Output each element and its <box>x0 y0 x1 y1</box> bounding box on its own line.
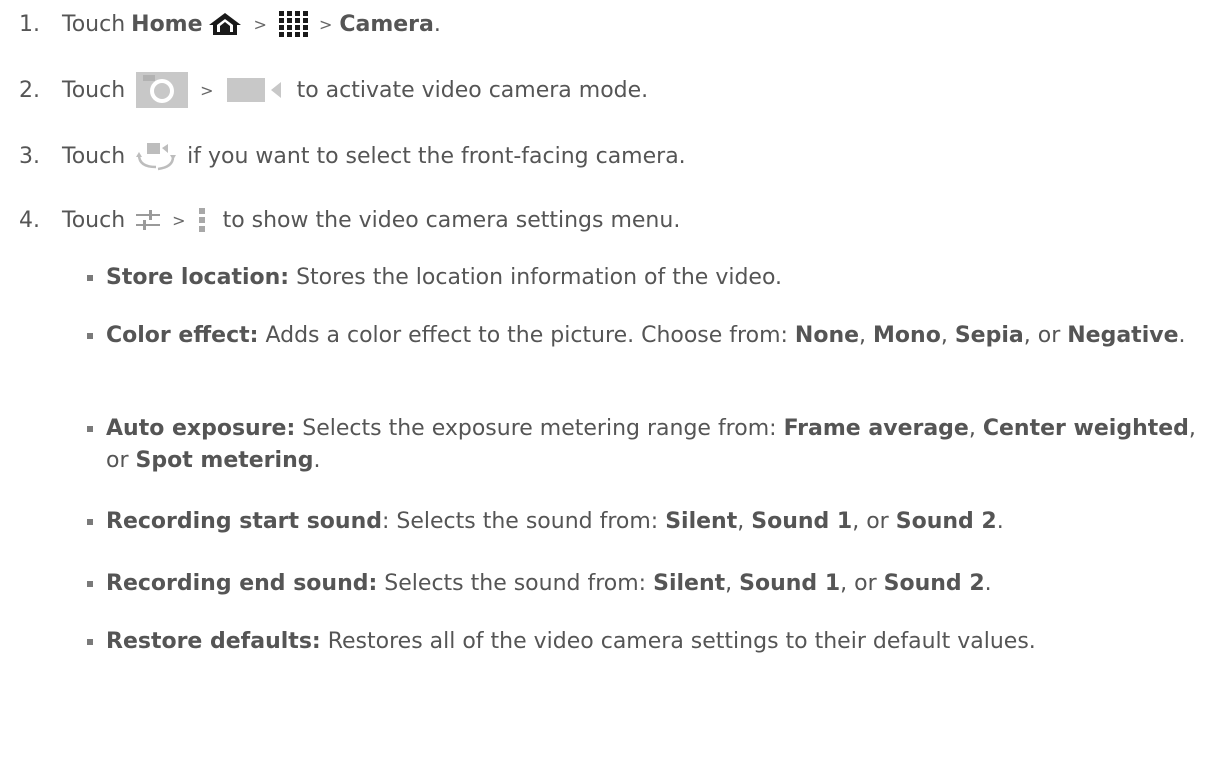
term: Auto exposure: <box>106 416 296 441</box>
punct: , <box>940 323 948 348</box>
option: None <box>794 323 860 348</box>
punct: . <box>313 448 321 473</box>
bullet-marker <box>87 426 93 432</box>
option: Spot metering <box>135 448 314 473</box>
punct: , <box>859 323 867 348</box>
step-number: 4. <box>19 207 40 233</box>
step-body: Touch Home > > Camera. <box>62 10 441 38</box>
settings-sliders-icon <box>135 208 161 232</box>
step-body: Touch if you want to select the front-fa… <box>62 140 686 172</box>
term: Recording end sound: <box>106 571 378 596</box>
option: Sound 2 <box>895 509 997 534</box>
separator: > <box>172 210 186 230</box>
bullet-text: Color effect: Adds a color effect to the… <box>106 320 1201 352</box>
term: Recording start sound <box>106 509 382 534</box>
option: Sepia <box>954 323 1024 348</box>
camera-icon <box>135 71 189 109</box>
option: Silent <box>653 571 726 596</box>
term: Color effect: <box>106 323 259 348</box>
more-vert-icon <box>197 207 207 233</box>
bullet-marker <box>87 333 93 339</box>
option: Sound 1 <box>739 571 841 596</box>
term: Store location: <box>106 265 290 290</box>
punct: , <box>737 509 745 534</box>
step-text: Touch <box>62 143 126 169</box>
step-text: if you want to select the front-facing c… <box>187 143 686 169</box>
punct: , <box>1023 323 1031 348</box>
punct: . <box>1178 323 1186 348</box>
step-text: Touch <box>62 11 126 37</box>
step-number: 3. <box>19 143 40 169</box>
term: Restore defaults: <box>106 629 321 654</box>
step-number: 2. <box>19 77 40 103</box>
option: Sound 2 <box>883 571 985 596</box>
conjunction: or <box>1037 323 1061 348</box>
option: Frame average <box>783 416 969 441</box>
description: Adds a color effect to the picture. Choo… <box>265 323 788 348</box>
description: Stores the location information of the v… <box>296 265 783 290</box>
option: Center weighted <box>982 416 1189 441</box>
bullet-marker <box>87 519 93 525</box>
option: Mono <box>873 323 941 348</box>
switch-camera-icon <box>135 140 177 172</box>
description: Selects the exposure metering range from… <box>302 416 777 441</box>
option: Silent <box>665 509 738 534</box>
step-text: Touch <box>62 77 126 103</box>
bullet-marker <box>87 275 93 281</box>
bullet-text: Recording start sound: Selects the sound… <box>106 506 1201 538</box>
punct: , or <box>852 509 889 534</box>
option: Negative <box>1067 323 1179 348</box>
option: Sound 1 <box>751 509 853 534</box>
description: Selects the sound from: <box>384 571 647 596</box>
step-body: Touch > to activate video camera mode. <box>62 71 648 109</box>
apps-grid-icon <box>278 10 308 38</box>
punct: , <box>968 416 976 441</box>
step-text: to show the video camera settings menu. <box>222 207 681 233</box>
bullet-text: Restore defaults: Restores all of the vi… <box>106 626 1201 658</box>
bullet-marker <box>87 639 93 645</box>
separator: > <box>253 14 267 34</box>
description: Restores all of the video camera setting… <box>327 629 1036 654</box>
bullet-marker <box>87 581 93 587</box>
home-icon <box>207 11 243 37</box>
step-number: 1. <box>19 11 40 37</box>
bullet-text: Recording end sound: Selects the sound f… <box>106 568 1201 600</box>
camera-label: Camera <box>339 11 434 37</box>
home-label: Home <box>131 11 203 37</box>
period: . <box>433 11 441 37</box>
description: : Selects the sound from: <box>382 509 659 534</box>
punct: , <box>725 571 733 596</box>
bullet-text: Auto exposure: Selects the exposure mete… <box>106 413 1201 477</box>
step-text: Touch <box>62 207 126 233</box>
bullet-text: Store location: Stores the location info… <box>106 262 1201 294</box>
punct: . <box>996 509 1004 534</box>
step-text: to activate video camera mode. <box>296 77 649 103</box>
separator: > <box>318 14 333 34</box>
punct: , or <box>840 571 877 596</box>
punct: . <box>984 571 992 596</box>
video-camera-icon <box>225 75 287 105</box>
step-body: Touch > to show the video camera setting… <box>62 207 680 233</box>
separator: > <box>200 80 214 100</box>
